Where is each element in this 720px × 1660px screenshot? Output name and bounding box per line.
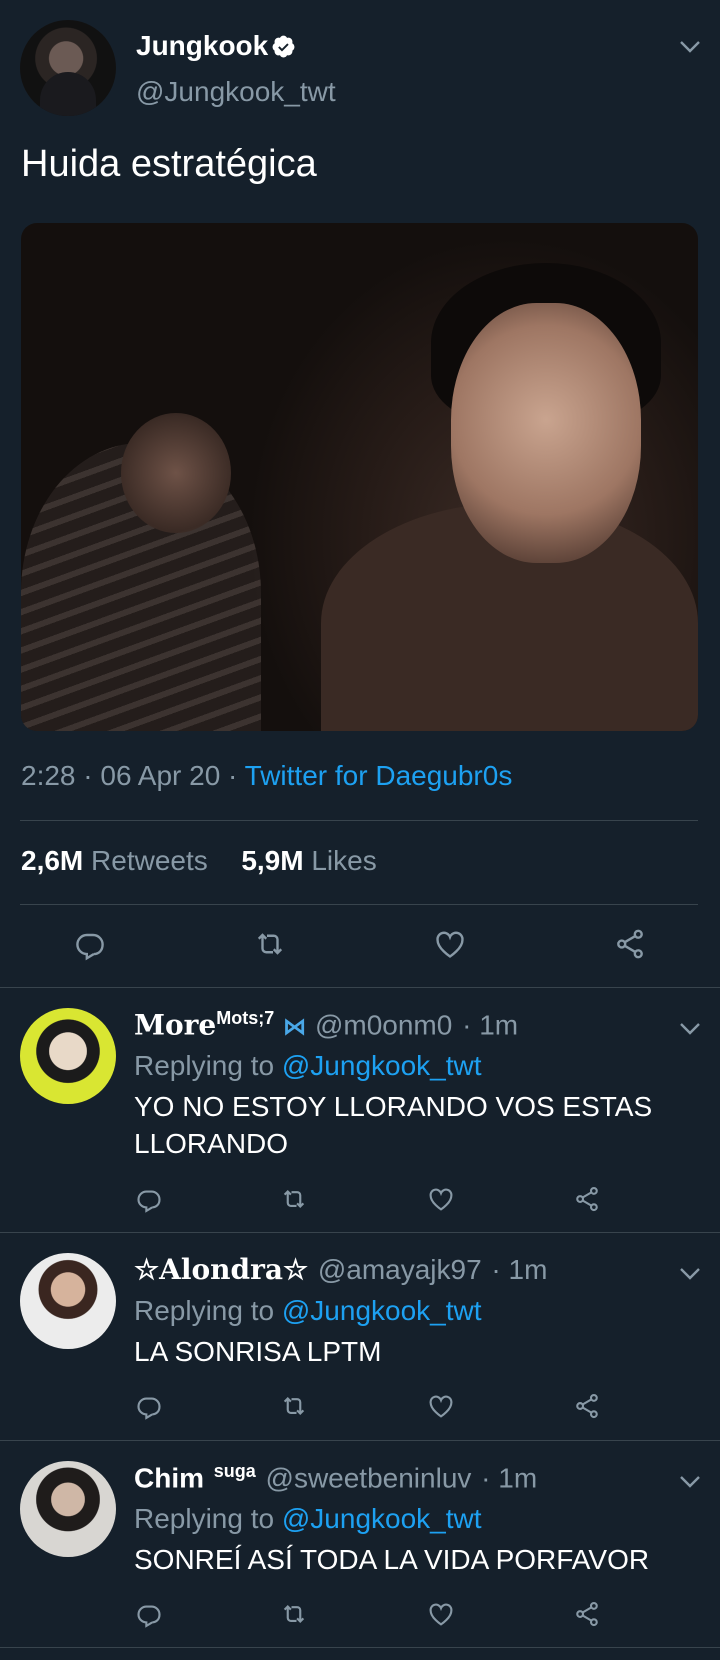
- replying-mention[interactable]: @Jungkook_twt: [282, 1050, 482, 1081]
- meta-separator: ·: [228, 760, 245, 791]
- reply-author[interactable]: Chim suga @sweetbeninluv · 1m: [134, 1461, 537, 1494]
- chevron-down-icon[interactable]: [678, 1020, 702, 1038]
- replying-to: Replying to @Jungkook_twt: [134, 1050, 482, 1082]
- butterfly-emoji-icon: ⋈: [274, 1012, 315, 1041]
- reply-time: · 1m: [462, 1009, 519, 1041]
- reply-author[interactable]: MoreMots;7 ⋈ @m0onm0 · 1m: [134, 1008, 518, 1041]
- replying-mention[interactable]: @Jungkook_twt: [282, 1295, 482, 1326]
- reply-text: SONREÍ ASÍ TODA LA VIDA PORFAVOR: [134, 1544, 650, 1575]
- reply-display-name-sup: suga: [213, 1461, 256, 1481]
- replying-to: Replying to @Jungkook_twt: [134, 1295, 482, 1327]
- tweet-source[interactable]: Twitter for Daegubr0s: [245, 760, 513, 791]
- tweet-time[interactable]: 2:28: [21, 760, 76, 791]
- reply-author[interactable]: ☆Alondra☆ @amayajk97 · 1m: [134, 1253, 547, 1286]
- share-icon[interactable]: [572, 1184, 602, 1214]
- photo-person-right-face: [451, 303, 641, 563]
- reply-tweet[interactable]: MoreMots;7 ⋈ @m0onm0 · 1m Replying to @J…: [0, 988, 720, 1232]
- retweet-icon[interactable]: [279, 1184, 309, 1214]
- chevron-down-icon[interactable]: [678, 38, 702, 56]
- share-icon[interactable]: [572, 1391, 602, 1421]
- reply-display-name-sup: Mots;7: [216, 1008, 275, 1028]
- tweet-meta: 2:28 · 06 Apr 20 · Twitter for Daegubr0s: [21, 760, 512, 792]
- avatar[interactable]: [20, 20, 116, 116]
- retweets-count[interactable]: 2,6M: [21, 845, 83, 876]
- likes-label[interactable]: Likes: [311, 845, 376, 876]
- like-icon[interactable]: [426, 1184, 456, 1214]
- reply-time: · 1m: [491, 1254, 548, 1285]
- meta-separator: ·: [83, 760, 101, 791]
- like-icon[interactable]: [432, 926, 468, 962]
- avatar[interactable]: [20, 1253, 116, 1349]
- share-icon[interactable]: [572, 1599, 602, 1629]
- reply-handle: @m0onm0: [314, 1009, 453, 1041]
- reply-handle: @sweetbeninluv: [265, 1462, 472, 1494]
- divider: [20, 820, 698, 821]
- tweet-actions: [0, 924, 720, 964]
- reply-handle: @amayajk97: [317, 1254, 482, 1285]
- retweets-label[interactable]: Retweets: [91, 845, 208, 876]
- reply-text: LA SONRISA LPTM: [134, 1336, 382, 1367]
- retweet-icon[interactable]: [279, 1391, 309, 1421]
- like-icon[interactable]: [426, 1599, 456, 1629]
- display-name[interactable]: Jungkook: [136, 30, 268, 62]
- replying-prefix: Replying to: [134, 1050, 275, 1081]
- reply-text: YO NO ESTOY LLORANDO VOS ESTAS LLORANDO: [134, 1091, 653, 1159]
- retweet-icon[interactable]: [252, 926, 288, 962]
- reply-actions: [0, 1184, 720, 1216]
- avatar[interactable]: [20, 1461, 116, 1557]
- replying-prefix: Replying to: [134, 1503, 275, 1534]
- tweet-photo[interactable]: [21, 223, 698, 731]
- replying-prefix: Replying to: [134, 1295, 275, 1326]
- like-icon[interactable]: [426, 1391, 456, 1421]
- reply-actions: [0, 1599, 720, 1631]
- replying-to: Replying to @Jungkook_twt: [134, 1503, 482, 1535]
- handle[interactable]: @Jungkook_twt: [136, 76, 336, 108]
- reply-actions: [0, 1391, 720, 1423]
- retweet-icon[interactable]: [279, 1599, 309, 1629]
- tweet-stats: 2,6M Retweets 5,9M Likes: [21, 845, 377, 877]
- main-tweet: Jungkook @Jungkook_twt Huida estratégica…: [0, 0, 720, 988]
- reply-display-name: More: [134, 1008, 217, 1042]
- reply-tweet[interactable]: ☆Alondra☆ @amayajk97 · 1m Replying to @J…: [0, 1233, 720, 1439]
- divider: [0, 1647, 720, 1648]
- tweet-date[interactable]: 06 Apr 20: [100, 760, 220, 791]
- reply-icon[interactable]: [134, 1391, 164, 1421]
- chevron-down-icon[interactable]: [678, 1265, 702, 1283]
- divider: [20, 904, 698, 905]
- likes-count[interactable]: 5,9M: [241, 845, 303, 876]
- reply-time: · 1m: [481, 1462, 538, 1494]
- reply-display-name: ☆Alondra☆: [134, 1253, 309, 1286]
- reply-tweet[interactable]: Chim suga @sweetbeninluv · 1m Replying t…: [0, 1441, 720, 1647]
- share-icon[interactable]: [612, 926, 648, 962]
- reply-icon[interactable]: [134, 1599, 164, 1629]
- avatar[interactable]: [20, 1008, 116, 1104]
- reply-icon[interactable]: [72, 926, 108, 962]
- reply-display-name: Chim: [134, 1462, 204, 1494]
- verified-badge-icon: [272, 35, 295, 58]
- tweet-text: Huida estratégica: [21, 143, 317, 185]
- reply-icon[interactable]: [134, 1184, 164, 1214]
- chevron-down-icon[interactable]: [678, 1473, 702, 1491]
- replying-mention[interactable]: @Jungkook_twt: [282, 1503, 482, 1534]
- photo-person-left-face: [121, 413, 231, 533]
